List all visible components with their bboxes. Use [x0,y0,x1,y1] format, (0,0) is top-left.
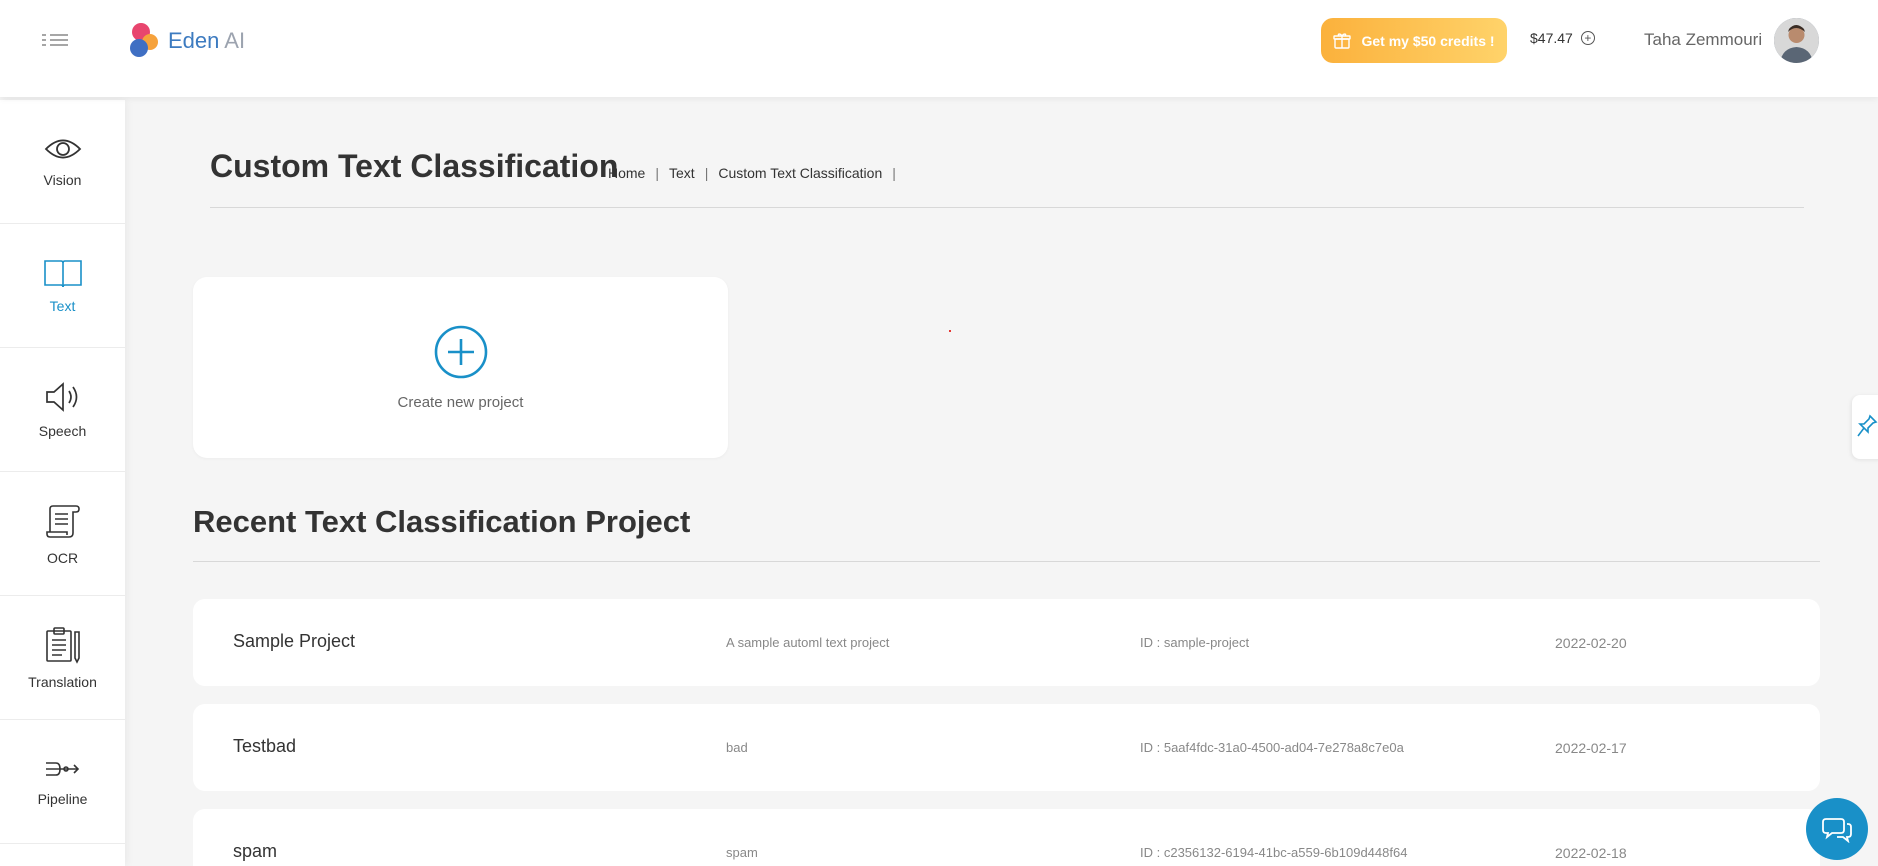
project-name: Testbad [233,736,297,756]
breadcrumb-separator: | [892,165,896,181]
add-funds-icon[interactable]: + [1580,31,1595,45]
pin-icon [1857,414,1878,437]
project-row[interactable]: Sample Project A sample automl text proj… [193,599,1820,686]
breadcrumb-separator: | [655,165,659,181]
top-header: Eden AI Get my $50 credits ! $47.47 + Ta… [0,0,1878,97]
pipeline-icon [45,761,79,776]
breadcrumb-separator: | [704,165,709,181]
sidebar-item-speech[interactable]: Speech [0,348,125,472]
sidebar-item-translation[interactable]: Translation [0,596,125,720]
project-description: spam [726,845,758,860]
sidebar-item-pipeline[interactable]: Pipeline [0,720,125,844]
user-name[interactable]: Taha Zemmouri [1644,30,1762,50]
project-description: A sample automl text project [726,635,890,650]
sidebar-item-label: Pipeline [37,790,88,807]
sidebar-item-label: OCR [46,549,79,566]
project-name: Sample Project [233,631,356,651]
sidebar-item-label: Translation [28,673,97,690]
project-row[interactable]: Testbad bad ID : 5aaf4fdc-31a0-4500-ad04… [193,704,1820,791]
sidebar: Vision Text Speech OCR Translation Pipel… [0,100,125,866]
clipboard-icon [45,626,80,664]
sidebar-item-label: Vision [43,171,82,188]
balance-value: $47.47 [1530,30,1573,46]
project-description: bad [726,740,748,755]
breadcrumb: Home | Text | Custom Text Classification… [608,165,896,181]
create-new-project-card[interactable]: Create new project [193,277,728,458]
breadcrumb-current[interactable]: Custom Text Classification [718,165,882,181]
title-divider [210,207,1804,208]
sidebar-item-label: Speech [38,422,87,439]
sidebar-item-text[interactable]: Text [0,224,125,348]
credits-button-label: Get my $50 credits ! [1361,32,1495,49]
create-new-project-label: Create new project [397,394,524,411]
balance: $47.47 + [1530,30,1595,46]
book-icon [43,259,82,287]
project-id: ID : 5aaf4fdc-31a0-4500-ad04-7e278a8c7e0… [1140,740,1404,755]
project-name: spam [233,841,278,861]
project-date: 2022-02-18 [1555,845,1627,861]
get-credits-button[interactable]: Get my $50 credits ! [1321,18,1507,63]
speaker-icon [45,381,77,412]
logo-name: Eden [168,28,220,53]
project-row[interactable]: spam spam ID : c2356132-6194-41bc-a559-6… [193,809,1820,866]
chat-icon [1822,818,1852,843]
scroll-icon [45,504,80,538]
add-circle-icon [434,325,487,379]
section-divider [193,561,1820,562]
project-date: 2022-02-17 [1555,740,1627,756]
breadcrumb-text[interactable]: Text [669,165,695,181]
sidebar-item-label: Text [49,297,76,314]
logo-mark-icon [130,23,160,59]
menu-toggle-icon[interactable] [40,30,74,54]
sidebar-item-vision[interactable]: Vision [0,100,125,224]
logo-suffix: AI [224,28,246,53]
avatar[interactable] [1774,18,1819,63]
stray-dot [949,330,951,332]
project-date: 2022-02-20 [1555,635,1627,651]
eye-icon [44,139,81,158]
chat-support-button[interactable] [1806,798,1868,860]
recent-projects-title: Recent Text Classification Project [193,504,691,539]
project-id: ID : sample-project [1140,635,1250,650]
gift-icon [1333,32,1352,49]
pin-tab[interactable] [1852,395,1878,459]
breadcrumb-home[interactable]: Home [608,165,645,181]
sidebar-item-ocr[interactable]: OCR [0,472,125,596]
eden-ai-logo[interactable]: Eden AI [130,22,245,60]
page-title: Custom Text Classification [210,148,619,184]
project-id: ID : c2356132-6194-41bc-a559-6b109d448f6… [1140,845,1408,860]
